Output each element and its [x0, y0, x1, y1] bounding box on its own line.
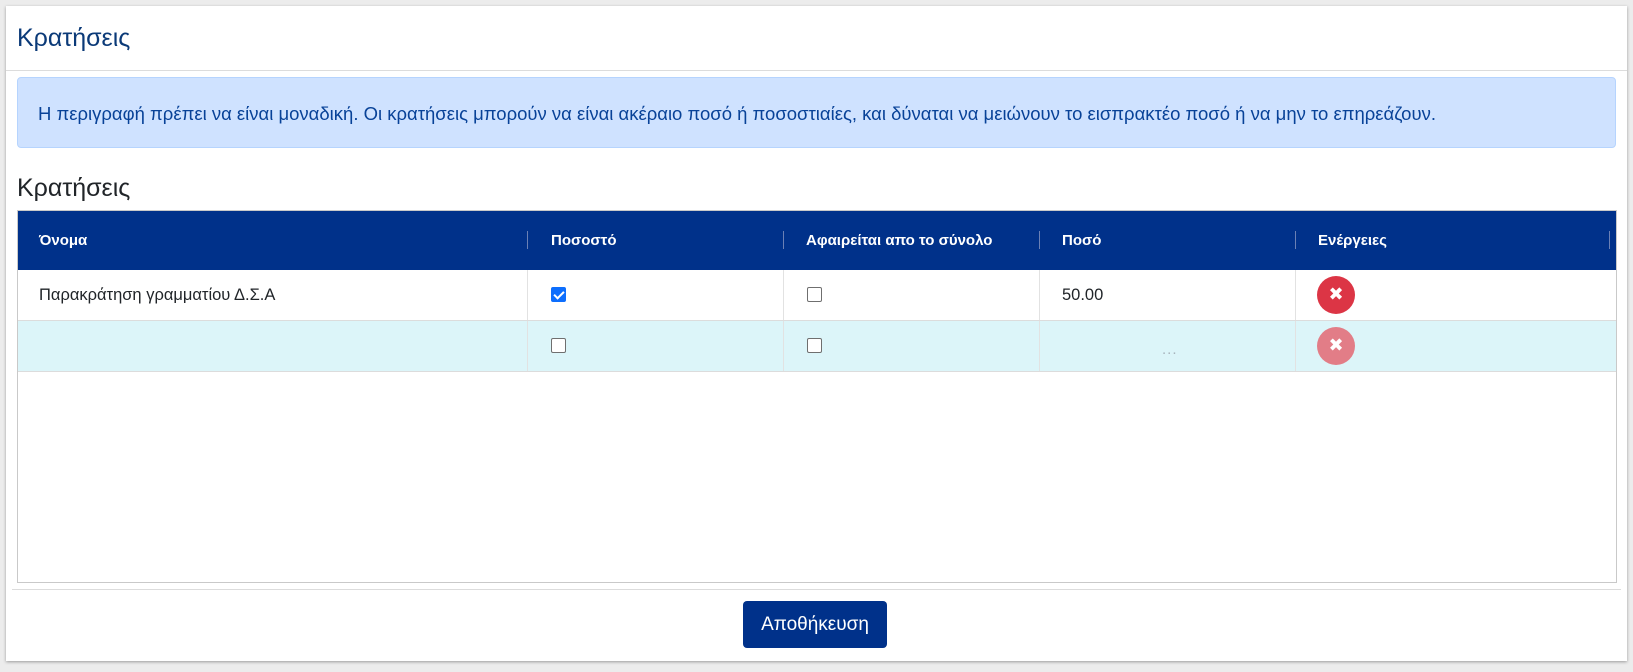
retention-amount[interactable]: 50.00: [1062, 270, 1103, 321]
section-title: Κρατήσεις: [17, 174, 131, 202]
column-separator[interactable]: [783, 231, 784, 249]
column-separator[interactable]: [1295, 231, 1296, 249]
column-separator[interactable]: [1039, 231, 1040, 249]
cell-divider: [1039, 321, 1040, 371]
cell-divider: [1039, 270, 1040, 320]
percentage-checkbox[interactable]: [551, 338, 566, 353]
column-separator[interactable]: [1609, 231, 1610, 249]
column-header-name[interactable]: Όνομα: [39, 211, 87, 270]
cell-divider: [527, 321, 528, 371]
column-header-amount[interactable]: Ποσό: [1062, 211, 1101, 270]
grid-header: Όνομα Ποσοστό Αφαιρείται απο το σύνολο Π…: [18, 211, 1616, 270]
cell-divider: [783, 321, 784, 371]
percentage-checkbox[interactable]: [551, 287, 566, 302]
info-alert: Η περιγραφή πρέπει να είναι μοναδική. Οι…: [17, 77, 1616, 148]
retentions-grid: Όνομα Ποσοστό Αφαιρείται απο το σύνολο Π…: [17, 210, 1617, 583]
cell-divider: [783, 270, 784, 320]
retentions-card: Κρατήσεις Η περιγραφή πρέπει να είναι μο…: [6, 6, 1627, 661]
column-header-actions[interactable]: Ενέργειες: [1318, 211, 1387, 270]
table-row-new[interactable]: ... ✖: [18, 321, 1616, 372]
deducted-checkbox[interactable]: [807, 287, 822, 302]
page-title: Κρατήσεις: [17, 24, 131, 52]
table-row[interactable]: Παρακράτηση γραμματίου Δ.Σ.Α 50.00 ✖: [18, 270, 1616, 321]
column-separator[interactable]: [527, 231, 528, 249]
close-x-icon: ✖: [1328, 335, 1344, 356]
close-x-icon: ✖: [1328, 284, 1344, 305]
retention-name[interactable]: Παρακράτηση γραμματίου Δ.Σ.Α: [39, 270, 275, 321]
cell-divider: [1295, 321, 1296, 371]
cell-divider: [1295, 270, 1296, 320]
cell-divider: [527, 270, 528, 320]
deducted-checkbox[interactable]: [807, 338, 822, 353]
column-header-percentage[interactable]: Ποσοστό: [551, 211, 617, 270]
delete-row-button[interactable]: ✖: [1317, 327, 1355, 365]
save-button[interactable]: Αποθήκευση: [743, 601, 887, 648]
amount-placeholder[interactable]: ...: [1162, 341, 1178, 358]
card-header: Κρατήσεις: [6, 6, 1627, 71]
delete-row-button[interactable]: ✖: [1317, 276, 1355, 314]
footer-divider: [12, 589, 1621, 590]
column-header-deducted[interactable]: Αφαιρείται απο το σύνολο: [806, 211, 992, 270]
